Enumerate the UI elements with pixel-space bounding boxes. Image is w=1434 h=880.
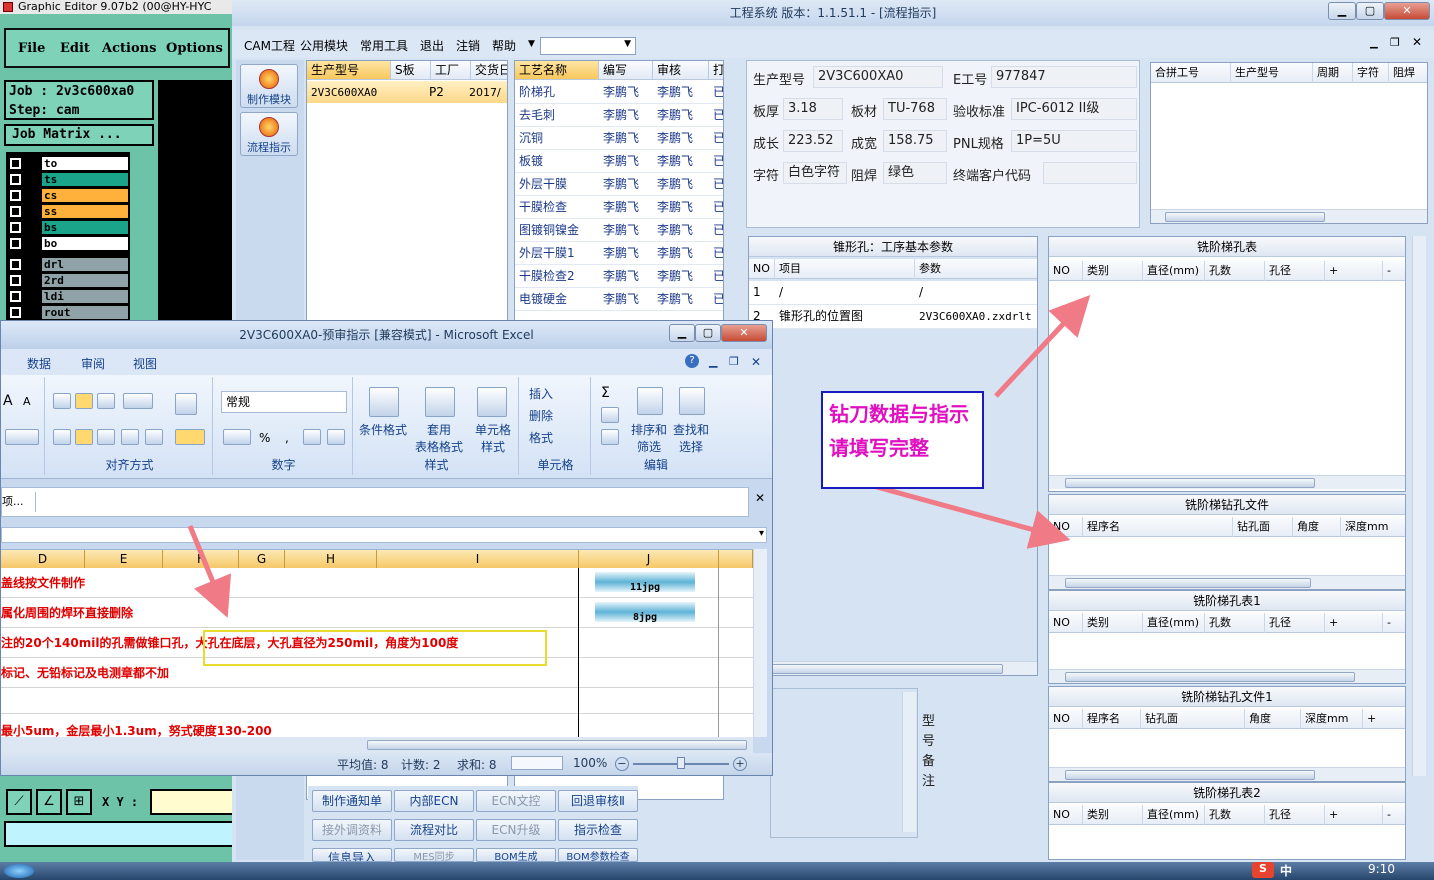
arrow-to-mill-file	[865, 481, 1071, 549]
start-icon[interactable]	[4, 864, 34, 878]
reminder-note: 钻刀数据与指示请填写完整	[821, 391, 984, 489]
taskbar: S 中 9:10	[0, 862, 1434, 880]
ime-indicator[interactable]: 中	[1280, 862, 1292, 879]
clock: 9:10	[1368, 862, 1395, 876]
sogou-icon[interactable]: S	[1252, 862, 1274, 878]
annotation-arrows	[187, 295, 1091, 618]
arrow-to-cone-note	[187, 525, 232, 618]
arrow-to-mill-table	[994, 295, 1091, 398]
